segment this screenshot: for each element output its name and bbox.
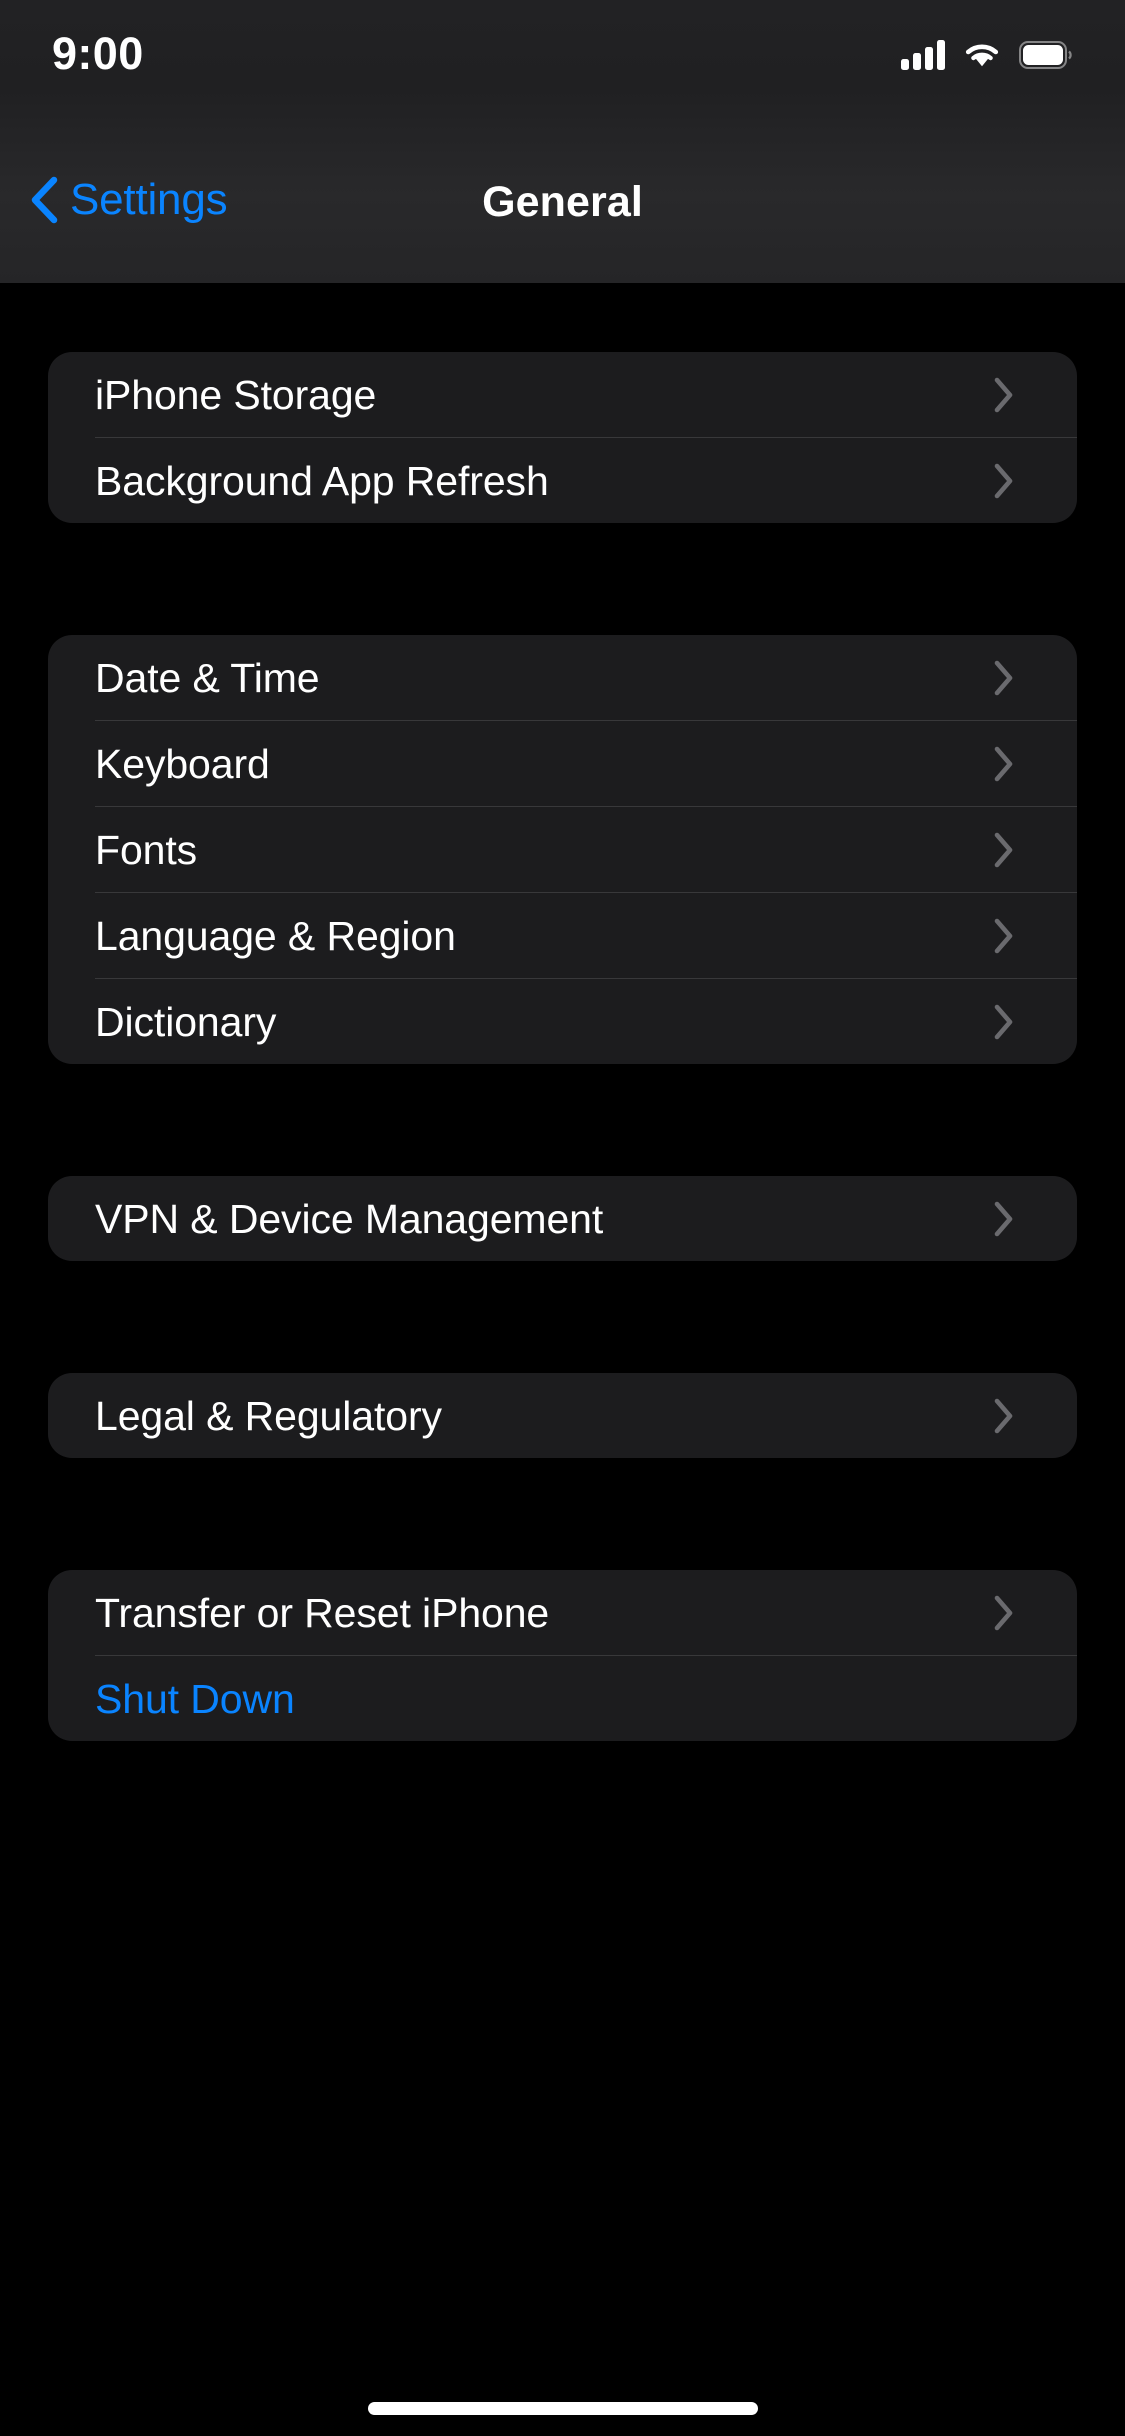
chevron-right-icon xyxy=(994,1004,1013,1039)
settings-row[interactable]: Dictionary xyxy=(48,979,1077,1064)
settings-row[interactable]: Shut Down xyxy=(48,1656,1077,1741)
settings-row-label: Date & Time xyxy=(95,654,320,701)
chevron-right-icon xyxy=(994,1398,1013,1433)
chevron-right-icon xyxy=(994,832,1013,867)
settings-row-label: Keyboard xyxy=(95,740,270,787)
wifi-icon xyxy=(965,44,999,67)
chevron-right-icon xyxy=(994,918,1013,953)
settings-group: iPhone Storage Background App Refresh xyxy=(48,352,1077,523)
settings-row[interactable]: VPN & Device Management xyxy=(48,1176,1077,1261)
settings-row-label: iPhone Storage xyxy=(95,371,377,418)
chevron-right-icon xyxy=(994,1595,1013,1630)
settings-row[interactable]: Date & Time xyxy=(48,635,1077,720)
chevron-right-icon xyxy=(994,1201,1013,1236)
home-indicator[interactable] xyxy=(367,2402,758,2415)
settings-row[interactable]: Transfer or Reset iPhone xyxy=(48,1570,1077,1655)
settings-row-label: Legal & Regulatory xyxy=(95,1392,442,1439)
chevron-right-icon xyxy=(994,377,1013,412)
settings-row[interactable]: Keyboard xyxy=(48,721,1077,806)
settings-row-label: VPN & Device Management xyxy=(95,1195,604,1242)
page-title: General xyxy=(482,178,643,226)
settings-group: Date & Time Keyboard Fonts Language & Regio… xyxy=(48,635,1077,1064)
settings-row-label: Background App Refresh xyxy=(95,457,549,504)
settings-row-label: Dictionary xyxy=(95,998,277,1045)
chevron-right-icon xyxy=(994,746,1013,781)
settings-row-label: Transfer or Reset iPhone xyxy=(95,1589,550,1636)
settings-group: VPN & Device Management xyxy=(48,1176,1077,1261)
settings-row-label: Fonts xyxy=(95,826,198,873)
cellular-signal-icon xyxy=(901,40,945,70)
settings-group: Legal & Regulatory xyxy=(48,1373,1077,1458)
battery-icon xyxy=(1019,41,1072,69)
settings-row[interactable]: Language & Region xyxy=(48,893,1077,978)
status-bar-icons xyxy=(901,34,1073,76)
settings-group: Transfer or Reset iPhone Shut Down xyxy=(48,1570,1077,1741)
status-bar: 9:00 xyxy=(0,0,1125,88)
navigation-bar: Settings General xyxy=(0,88,1125,284)
settings-row[interactable]: iPhone Storage xyxy=(48,352,1077,437)
settings-groups: iPhone Storage Background App Refresh Date… xyxy=(0,352,1125,1741)
status-bar-time: 9:00 xyxy=(52,28,144,79)
settings-row[interactable]: Background App Refresh xyxy=(48,438,1077,523)
settings-row-label: Shut Down xyxy=(95,1675,295,1722)
settings-list: iPhone Storage Background App Refresh Date… xyxy=(0,284,1125,1741)
settings-row[interactable]: Legal & Regulatory xyxy=(48,1373,1077,1458)
settings-row[interactable]: Fonts xyxy=(48,807,1077,892)
chevron-right-icon xyxy=(994,660,1013,695)
settings-row-label: Language & Region xyxy=(95,912,456,959)
chevron-right-icon xyxy=(994,463,1013,498)
